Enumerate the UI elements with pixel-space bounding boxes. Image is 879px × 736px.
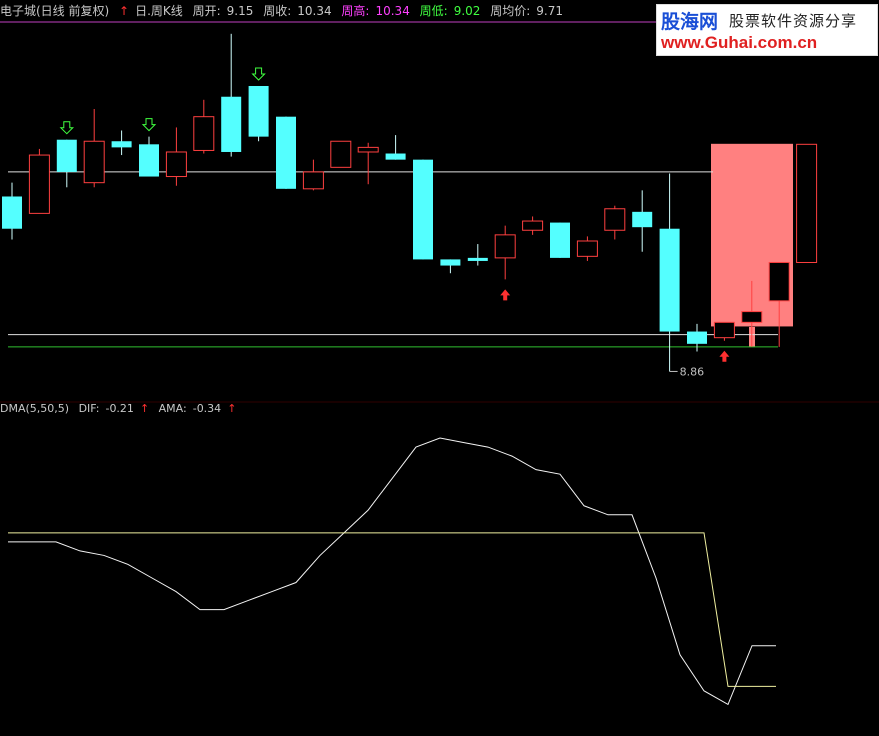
week-open-label: 周开: xyxy=(192,4,221,18)
period-up-arrow-icon: ↑ xyxy=(119,4,130,18)
candle-body-down xyxy=(276,116,296,189)
candle-body-down xyxy=(632,211,653,228)
candle-body-up xyxy=(768,261,790,302)
low-marker-label: 8.86 xyxy=(680,365,705,378)
candle-body-down xyxy=(659,228,680,332)
candle-body-up xyxy=(302,171,324,190)
watermark-brand: 股海网 xyxy=(661,11,719,33)
dif-up-arrow-icon: ↑ xyxy=(139,402,150,415)
candle-body-up xyxy=(494,234,516,259)
week-open-value: 9.15 xyxy=(226,4,254,18)
dif-label: DIF: xyxy=(78,402,100,415)
candle-body-up xyxy=(741,311,763,323)
ama-label: AMA: xyxy=(158,402,187,415)
candle-body-up xyxy=(28,154,50,214)
candle-body-down xyxy=(550,222,570,258)
candle-body-down xyxy=(221,96,242,152)
watermark-tagline: 股票软件资源分享 xyxy=(729,12,858,30)
candle-body-down xyxy=(2,196,22,229)
week-high-value: 10.34 xyxy=(375,4,410,18)
ama-line xyxy=(8,532,776,687)
buy-down-arrow-icon xyxy=(251,67,266,81)
watermark-url: www.Guhai.com.cn xyxy=(661,33,818,52)
candle-body-up xyxy=(576,240,598,257)
week-close-label: 周收: xyxy=(263,4,292,18)
candle-body-down xyxy=(139,144,159,177)
week-low-label: 周低: xyxy=(419,4,448,18)
dif-value: -0.21 xyxy=(105,402,134,415)
dma-panel xyxy=(8,437,776,706)
watermark-logo: 股海网 股票软件资源分享 www.Guhai.com.cn xyxy=(656,4,878,56)
dif-line xyxy=(8,437,776,706)
candle-body-down xyxy=(440,259,461,266)
price-header: 电子城(日线 前复权) ↑ 日.周K线 周开: 9.15 周收: 10.34 周高: 1… xyxy=(0,2,569,18)
candle-body-up xyxy=(604,208,626,231)
ama-value: -0.34 xyxy=(192,402,222,415)
chart-canvas: 8.86 xyxy=(0,21,879,706)
candle-body-down xyxy=(687,331,707,344)
signal-up-arrow-icon xyxy=(719,350,730,362)
candle-body-up xyxy=(193,116,215,151)
buy-down-arrow-icon xyxy=(59,121,75,135)
week-low-value: 9.02 xyxy=(453,4,481,18)
week-close-value: 10.34 xyxy=(297,4,332,18)
candle-body-up xyxy=(796,143,818,263)
week-avg-label: 周均价: xyxy=(490,4,531,18)
candlestick-panel: 8.86 xyxy=(0,21,879,403)
week-avg-value: 9.71 xyxy=(536,4,564,18)
candle-body-down xyxy=(248,85,269,137)
period-label: 日.周K线 xyxy=(135,4,183,18)
candle-body-up xyxy=(165,151,187,178)
signal-up-arrow-icon xyxy=(500,289,511,301)
candle-body-down xyxy=(413,159,433,260)
indicator-header: DMA(5,50,5) DIF: -0.21 ↑ AMA: -0.34 ↑ xyxy=(0,402,242,418)
candle-body-up xyxy=(330,140,352,168)
candle-body-up xyxy=(357,146,379,153)
candle-body-down xyxy=(467,257,488,261)
candle-body-up xyxy=(522,220,544,231)
buy-down-arrow-icon xyxy=(141,118,157,132)
candle-body-down xyxy=(385,153,406,160)
candle-body-down xyxy=(56,139,77,172)
stock-title: 电子城(日线 前复权) xyxy=(0,4,110,18)
indicator-name: DMA(5,50,5) xyxy=(0,402,70,415)
candle-body-up xyxy=(83,140,105,184)
ama-up-arrow-icon: ↑ xyxy=(227,402,237,415)
candle-body-up xyxy=(713,321,735,339)
week-high-label: 周高: xyxy=(341,4,370,18)
candle-body-down xyxy=(111,141,132,148)
